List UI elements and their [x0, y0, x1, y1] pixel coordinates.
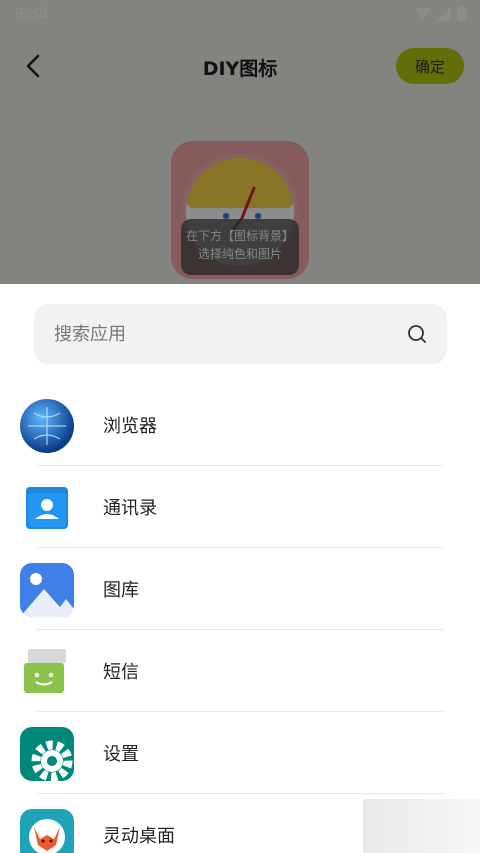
app-label: 设置 — [103, 744, 139, 765]
app-list: 浏览器 通讯录 图库 短信 设置 灵动桌面 — [0, 384, 480, 853]
list-item[interactable]: 短信 — [0, 630, 480, 712]
app-label: 浏览器 — [103, 416, 157, 437]
gallery-icon — [20, 563, 74, 617]
list-item[interactable]: 通讯录 — [0, 466, 480, 548]
corner-shade — [363, 799, 480, 853]
contacts-icon — [20, 481, 74, 535]
list-item[interactable]: 设置 — [0, 712, 480, 794]
app-label: 通讯录 — [103, 498, 157, 519]
dim-overlay[interactable] — [0, 0, 480, 284]
app-label: 图库 — [103, 580, 139, 601]
list-item[interactable]: 图库 — [0, 548, 480, 630]
search-box[interactable] — [34, 304, 447, 364]
search-input[interactable] — [54, 304, 394, 364]
app-label: 灵动桌面 — [103, 826, 175, 847]
settings-icon — [20, 727, 74, 781]
messages-icon — [20, 645, 74, 699]
background-app: 9:38 DIY图标 确定 在下方【图标背景】 选择纯色和图片 — [0, 0, 480, 284]
app-picker-sheet: 浏览器 通讯录 图库 短信 — [0, 284, 480, 853]
list-item[interactable]: 浏览器 — [0, 384, 480, 466]
globe-icon — [20, 399, 74, 453]
fox-icon — [20, 809, 74, 853]
app-label: 短信 — [103, 662, 139, 683]
search-icon[interactable] — [407, 324, 427, 344]
